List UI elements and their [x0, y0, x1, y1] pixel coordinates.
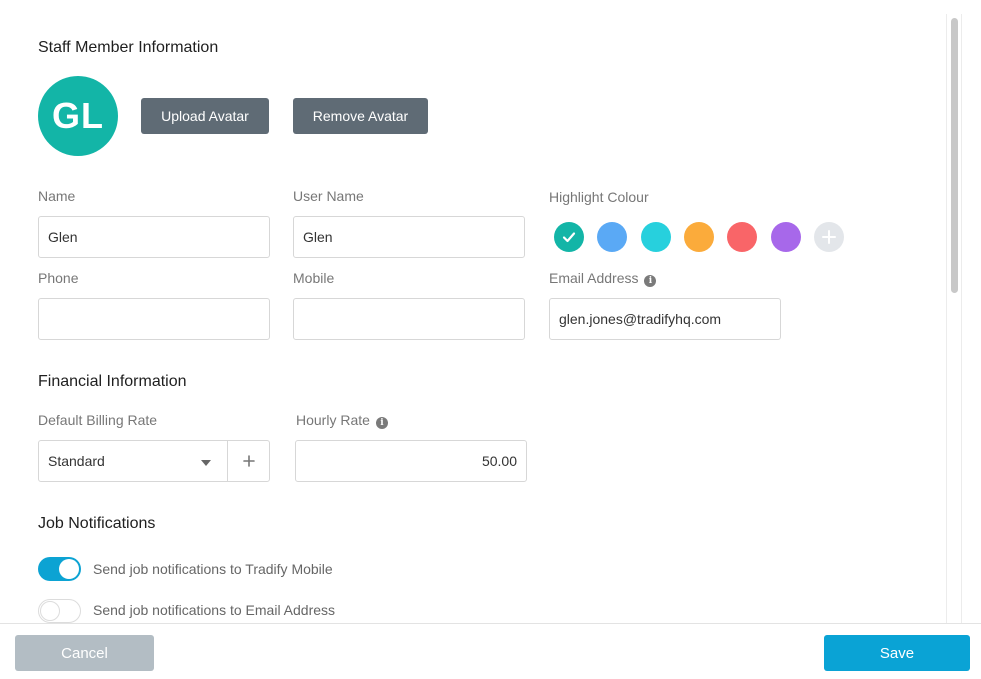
toggle-knob: [40, 601, 60, 621]
mobile-label: Mobile: [293, 270, 335, 286]
mobile-notifications-toggle[interactable]: [38, 557, 81, 581]
billing-rate-select[interactable]: Standard: [38, 440, 270, 482]
billing-rate-selected-text: Standard: [48, 453, 105, 469]
notifications-section-title: Job Notifications: [38, 515, 156, 532]
hourly-rate-label-text: Hourly Rate: [296, 412, 370, 428]
info-icon[interactable]: i: [375, 417, 388, 429]
email-label-text: Email Address: [549, 270, 639, 286]
scrollbar[interactable]: [946, 14, 962, 623]
colour-swatch-purple[interactable]: [771, 222, 801, 252]
billing-rate-value[interactable]: Standard: [39, 441, 227, 481]
check-icon: [562, 232, 576, 243]
plus-icon: [822, 230, 836, 244]
name-label: Name: [38, 188, 76, 204]
form-footer: Cancel Save: [0, 623, 981, 679]
email-notifications-toggle[interactable]: [38, 599, 81, 623]
name-field[interactable]: Glen: [38, 216, 270, 258]
info-icon[interactable]: i: [644, 275, 657, 287]
billing-rate-label: Default Billing Rate: [38, 412, 158, 428]
phone-field[interactable]: [38, 298, 270, 340]
hourly-rate-field[interactable]: 50.00: [295, 440, 527, 482]
mobile-notifications-label: Send job notifications to Tradify Mobile: [93, 561, 333, 577]
remove-avatar-button[interactable]: Remove Avatar: [293, 98, 428, 134]
scrollbar-thumb[interactable]: [951, 18, 958, 293]
user-name-label: User Name: [293, 188, 364, 204]
financial-section-title: Financial Information: [38, 373, 187, 390]
colour-swatch-teal[interactable]: [554, 222, 584, 252]
phone-label: Phone: [38, 270, 79, 286]
colour-swatch-blue[interactable]: [597, 222, 627, 252]
email-notifications-label: Send job notifications to Email Address: [93, 602, 336, 618]
colour-swatch-red[interactable]: [727, 222, 757, 252]
colour-swatch-orange[interactable]: [684, 222, 714, 252]
avatar: GL: [38, 76, 118, 156]
save-button[interactable]: Save: [824, 635, 970, 671]
email-label: Email Address i: [549, 270, 657, 287]
highlight-colour-label: Highlight Colour: [549, 189, 649, 205]
chevron-down-icon[interactable]: [201, 460, 211, 466]
add-billing-rate-button[interactable]: [227, 441, 269, 481]
upload-avatar-button[interactable]: Upload Avatar: [141, 98, 269, 134]
mobile-field[interactable]: [293, 298, 525, 340]
plus-icon: [242, 455, 255, 467]
cancel-button[interactable]: Cancel: [15, 635, 154, 671]
email-field[interactable]: glen.jones@tradifyhq.com: [549, 298, 781, 340]
colour-swatch-cyan[interactable]: [641, 222, 671, 252]
hourly-rate-label: Hourly Rate i: [296, 412, 388, 429]
add-colour-button[interactable]: [814, 222, 844, 252]
staff-form-scroll-area: Staff Member Information GL Upload Avata…: [0, 0, 981, 623]
toggle-knob: [59, 559, 79, 579]
user-name-field[interactable]: Glen: [293, 216, 525, 258]
staff-section-title: Staff Member Information: [38, 39, 219, 56]
